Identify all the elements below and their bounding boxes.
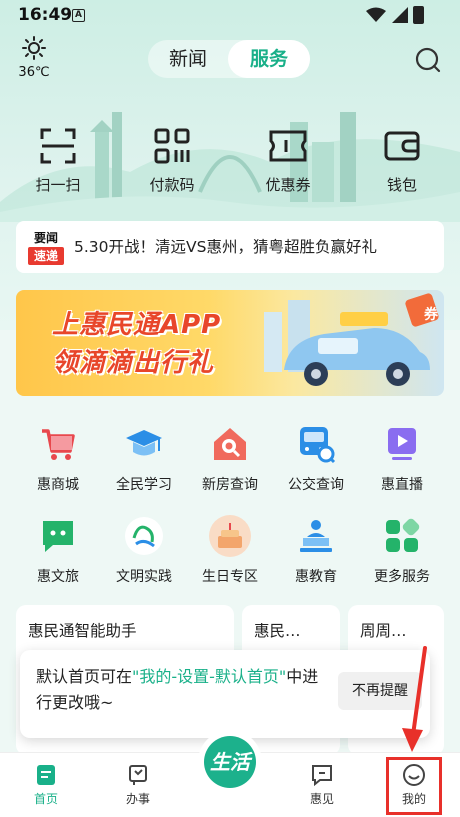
service-label: 生日专区 [202, 569, 258, 585]
nav-life-button[interactable]: 生活 [198, 730, 262, 794]
service-label: 惠商城 [37, 477, 79, 493]
service-education[interactable]: 惠教育 [278, 514, 354, 586]
nav-label: 惠见 [309, 792, 334, 806]
house-search-icon [214, 428, 246, 460]
service-label: 更多服务 [374, 569, 430, 585]
nav-label: 办事 [125, 792, 150, 806]
quick-action-wallet[interactable]: 钱包 [362, 128, 442, 195]
battery-icon [413, 6, 424, 24]
service-birthday[interactable]: 生日专区 [192, 514, 268, 586]
banner-car-illustration [264, 293, 439, 386]
quick-action-scan[interactable]: 扫一扫 [18, 128, 98, 195]
news-badge-top: 要闻 [33, 231, 58, 245]
quick-action-label: 优惠券 [265, 176, 311, 194]
service-label: 文明实践 [116, 569, 172, 585]
nav-label: 首页 [33, 792, 58, 806]
service-label: 新房查询 [202, 477, 258, 493]
flag-icon [129, 765, 147, 785]
quick-action-label: 扫一扫 [35, 176, 81, 194]
quick-action-paycode[interactable]: 付款码 [132, 128, 212, 195]
service-label: 全民学习 [116, 477, 172, 493]
tab-services[interactable]: 服务 [228, 40, 310, 78]
bus-search-icon [300, 427, 336, 464]
signal-icon [392, 7, 408, 23]
service-label: 惠文旅 [37, 569, 79, 585]
birthday-cake-icon [209, 515, 251, 557]
civilization-logo-icon [125, 517, 163, 555]
more-grid-icon [386, 518, 420, 552]
service-culture-tourism[interactable]: 惠文旅 [20, 514, 96, 586]
card-title: 惠民… [254, 622, 301, 640]
tab-news[interactable]: 新闻 [148, 40, 228, 78]
search-icon[interactable] [414, 46, 442, 74]
nav-life-label: 生活 [204, 736, 256, 788]
coupon-icon [269, 130, 307, 162]
banner-tag: 券 [424, 307, 438, 323]
nav-huijian[interactable]: 惠见 [284, 753, 360, 817]
wallet-icon [384, 131, 420, 161]
weather-widget[interactable]: 36℃ [14, 36, 54, 80]
service-bus-search[interactable]: 公交查询 [278, 422, 354, 494]
toast-message: 默认首页可在"我的-设置-默认首页"中进行更改哦~ [36, 664, 326, 716]
nav-home[interactable]: 首页 [8, 753, 84, 817]
header-tabs: 新闻 服务 [148, 40, 310, 78]
qrcode-icon [154, 128, 190, 164]
service-label: 公交查询 [288, 477, 344, 493]
service-live[interactable]: 惠直播 [364, 422, 440, 494]
service-label: 惠教育 [295, 569, 337, 585]
smiley-icon [403, 764, 425, 786]
service-more[interactable]: 更多服务 [364, 514, 440, 586]
status-time: 16:49 [18, 5, 73, 25]
news-headline: 5.30开战！清远VS惠州，猜粤超胜负赢好礼 [74, 238, 377, 256]
toast-message-before: 默认首页可在 [36, 667, 133, 686]
sun-icon [22, 36, 46, 60]
quick-action-label: 付款码 [149, 176, 195, 194]
nav-mine[interactable]: 我的 [376, 753, 452, 817]
nav-label: 我的 [401, 792, 426, 806]
message-icon [312, 765, 332, 787]
home-doc-icon [37, 765, 55, 785]
notification-icon: A [72, 9, 85, 22]
card-title: 周周… [360, 622, 407, 640]
dont-remind-button[interactable]: 不再提醒 [338, 672, 422, 710]
service-learning[interactable]: 全民学习 [106, 422, 182, 494]
service-civilization[interactable]: 文明实践 [106, 514, 182, 586]
nav-affairs[interactable]: 办事 [100, 753, 176, 817]
status-bar: 16:49 A [0, 0, 460, 30]
cart-icon [42, 429, 75, 460]
temperature: 36℃ [18, 65, 50, 80]
news-badge: 要闻 速递 [28, 229, 64, 265]
banner-subtitle: 领滴滴出行礼 [52, 348, 215, 378]
service-label: 惠直播 [381, 477, 423, 493]
quick-action-label: 钱包 [386, 176, 417, 194]
default-home-tip-toast: 默认首页可在"我的-设置-默认首页"中进行更改哦~ 不再提醒 [20, 650, 430, 738]
scan-icon [40, 128, 76, 164]
card-title: 惠民通智能助手 [28, 622, 137, 640]
news-badge-bottom: 速递 [28, 247, 64, 265]
graduation-cap-icon [126, 430, 162, 456]
banner-title: 上惠民通APP [52, 310, 222, 340]
quick-action-coupon[interactable]: 优惠券 [248, 128, 328, 195]
promo-banner[interactable]: 券 上惠民通APP 领滴滴出行礼 [16, 290, 444, 396]
toast-message-highlight: "我的-设置-默认首页" [132, 667, 287, 686]
teacher-podium-icon [300, 520, 332, 552]
chat-bubble-icon [43, 521, 73, 552]
wifi-icon [366, 7, 386, 22]
service-house-search[interactable]: 新房查询 [192, 422, 268, 494]
live-play-icon [388, 428, 416, 460]
news-ticker[interactable]: 要闻 速递 5.30开战！清远VS惠州，猜粤超胜负赢好礼 [16, 221, 444, 273]
service-mall[interactable]: 惠商城 [20, 422, 96, 494]
